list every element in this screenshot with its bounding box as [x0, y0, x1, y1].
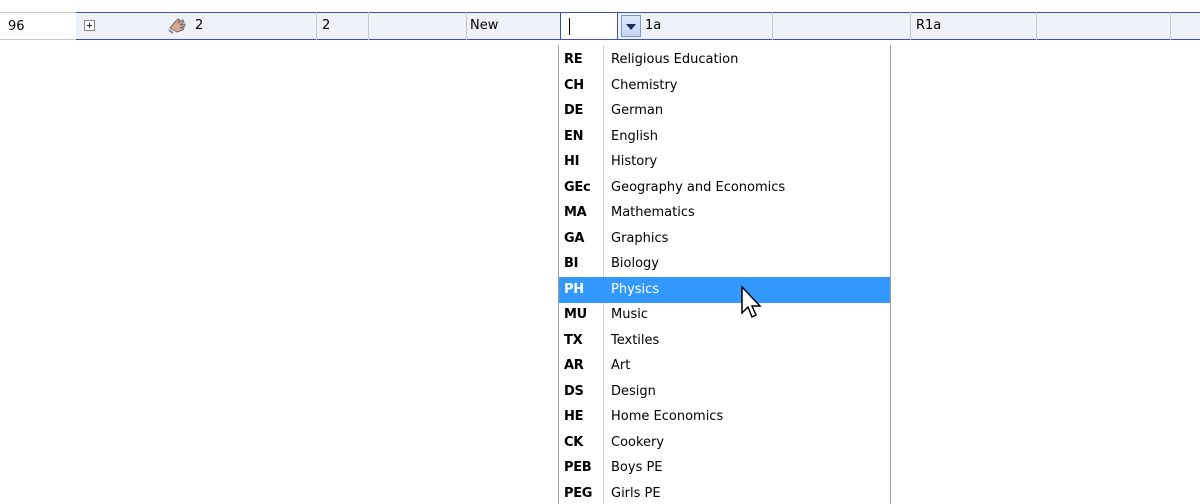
- dropdown-item[interactable]: GEc Geography and Economics: [559, 175, 890, 201]
- subject-code: RE: [564, 52, 583, 67]
- dropdown-item[interactable]: HI History: [559, 149, 890, 175]
- subject-code: DS: [564, 384, 584, 399]
- subject-name: Home Economics: [611, 409, 724, 424]
- subject-name: History: [611, 154, 658, 169]
- dropdown-item[interactable]: EN English: [559, 124, 890, 150]
- col-divider: [1170, 12, 1171, 40]
- subject-name: Design: [611, 384, 656, 399]
- subject-name: Music: [611, 307, 648, 322]
- subject-name: Girls PE: [611, 486, 661, 501]
- cell-count[interactable]: 2: [195, 12, 203, 40]
- subject-name: Art: [611, 358, 631, 373]
- subject-code: PH: [564, 282, 584, 297]
- dropdown-item[interactable]: DE German: [559, 98, 890, 124]
- subject-code: CH: [564, 78, 584, 93]
- dropdown-item[interactable]: PEB Boys PE: [559, 455, 890, 481]
- dropdown-item[interactable]: TX Textiles: [559, 328, 890, 354]
- dropdown-item[interactable]: MU Music: [559, 302, 890, 328]
- col-divider: [466, 12, 467, 40]
- cell-status[interactable]: New: [470, 12, 498, 40]
- subject-name: Mathematics: [611, 205, 695, 220]
- subject-name: Religious Education: [611, 52, 739, 67]
- subject-name: Graphics: [611, 231, 669, 246]
- dropdown-item[interactable]: RE Religious Education: [559, 47, 890, 73]
- cell-class[interactable]: 1a: [645, 12, 661, 40]
- text-caret: [569, 18, 570, 35]
- grid-row[interactable]: 96 2 2 New 1a R1a: [0, 12, 1200, 40]
- hand-pointer-icon: [168, 18, 186, 34]
- subject-name: Biology: [611, 256, 659, 271]
- dropdown-item[interactable]: DS Design: [559, 379, 890, 405]
- dropdown-item[interactable]: PEG Girls PE: [559, 481, 890, 504]
- dropdown-item[interactable]: GA Graphics: [559, 226, 890, 252]
- subject-code: EN: [564, 129, 584, 144]
- subject-name: Chemistry: [611, 78, 678, 93]
- dropdown-item[interactable]: HE Home Economics: [559, 404, 890, 430]
- col-divider: [910, 12, 911, 40]
- subject-code: BI: [564, 256, 579, 271]
- dropdown-item[interactable]: MA Mathematics: [559, 200, 890, 226]
- subject-code: CK: [564, 435, 584, 450]
- dropdown-item[interactable]: BI Biology: [559, 251, 890, 277]
- subject-dropdown-list[interactable]: RE Religious Education CH Chemistry DE G…: [558, 45, 891, 504]
- col-divider: [772, 12, 773, 40]
- col-divider: [316, 12, 317, 40]
- subject-name: Physics: [611, 282, 660, 297]
- col-divider: [368, 12, 369, 40]
- subject-name: English: [611, 129, 658, 144]
- dropdown-item[interactable]: AR Art: [559, 353, 890, 379]
- subject-code: PEG: [564, 486, 593, 501]
- subject-code: AR: [564, 358, 584, 373]
- dropdown-item-selected[interactable]: PH Physics: [559, 277, 890, 303]
- subject-code: PEB: [564, 460, 592, 475]
- dropdown-item[interactable]: CH Chemistry: [559, 73, 890, 99]
- subject-name: Geography and Economics: [611, 180, 786, 195]
- expand-plus-icon[interactable]: [84, 20, 95, 31]
- mouse-pointer-icon: [741, 285, 762, 319]
- subject-code: MU: [564, 307, 587, 322]
- subject-code: HI: [564, 154, 580, 169]
- subject-code: DE: [564, 103, 584, 118]
- cell-value-2[interactable]: 2: [322, 12, 330, 40]
- subject-name: Boys PE: [611, 460, 663, 475]
- subject-code: TX: [564, 333, 583, 348]
- subject-name: Textiles: [611, 333, 660, 348]
- subject-name: Cookery: [611, 435, 665, 450]
- subject-code: HE: [564, 409, 584, 424]
- cell-room[interactable]: R1a: [916, 12, 941, 40]
- subject-code: GA: [564, 231, 585, 246]
- subject-input-cell[interactable]: [560, 12, 618, 40]
- chevron-down-icon[interactable]: [621, 15, 641, 37]
- subject-name: German: [611, 103, 664, 118]
- dropdown-item[interactable]: CK Cookery: [559, 430, 890, 456]
- col-divider: [1036, 12, 1037, 40]
- row-number: 96: [0, 12, 76, 40]
- subject-code: MA: [564, 205, 587, 220]
- subject-code: GEc: [564, 180, 591, 195]
